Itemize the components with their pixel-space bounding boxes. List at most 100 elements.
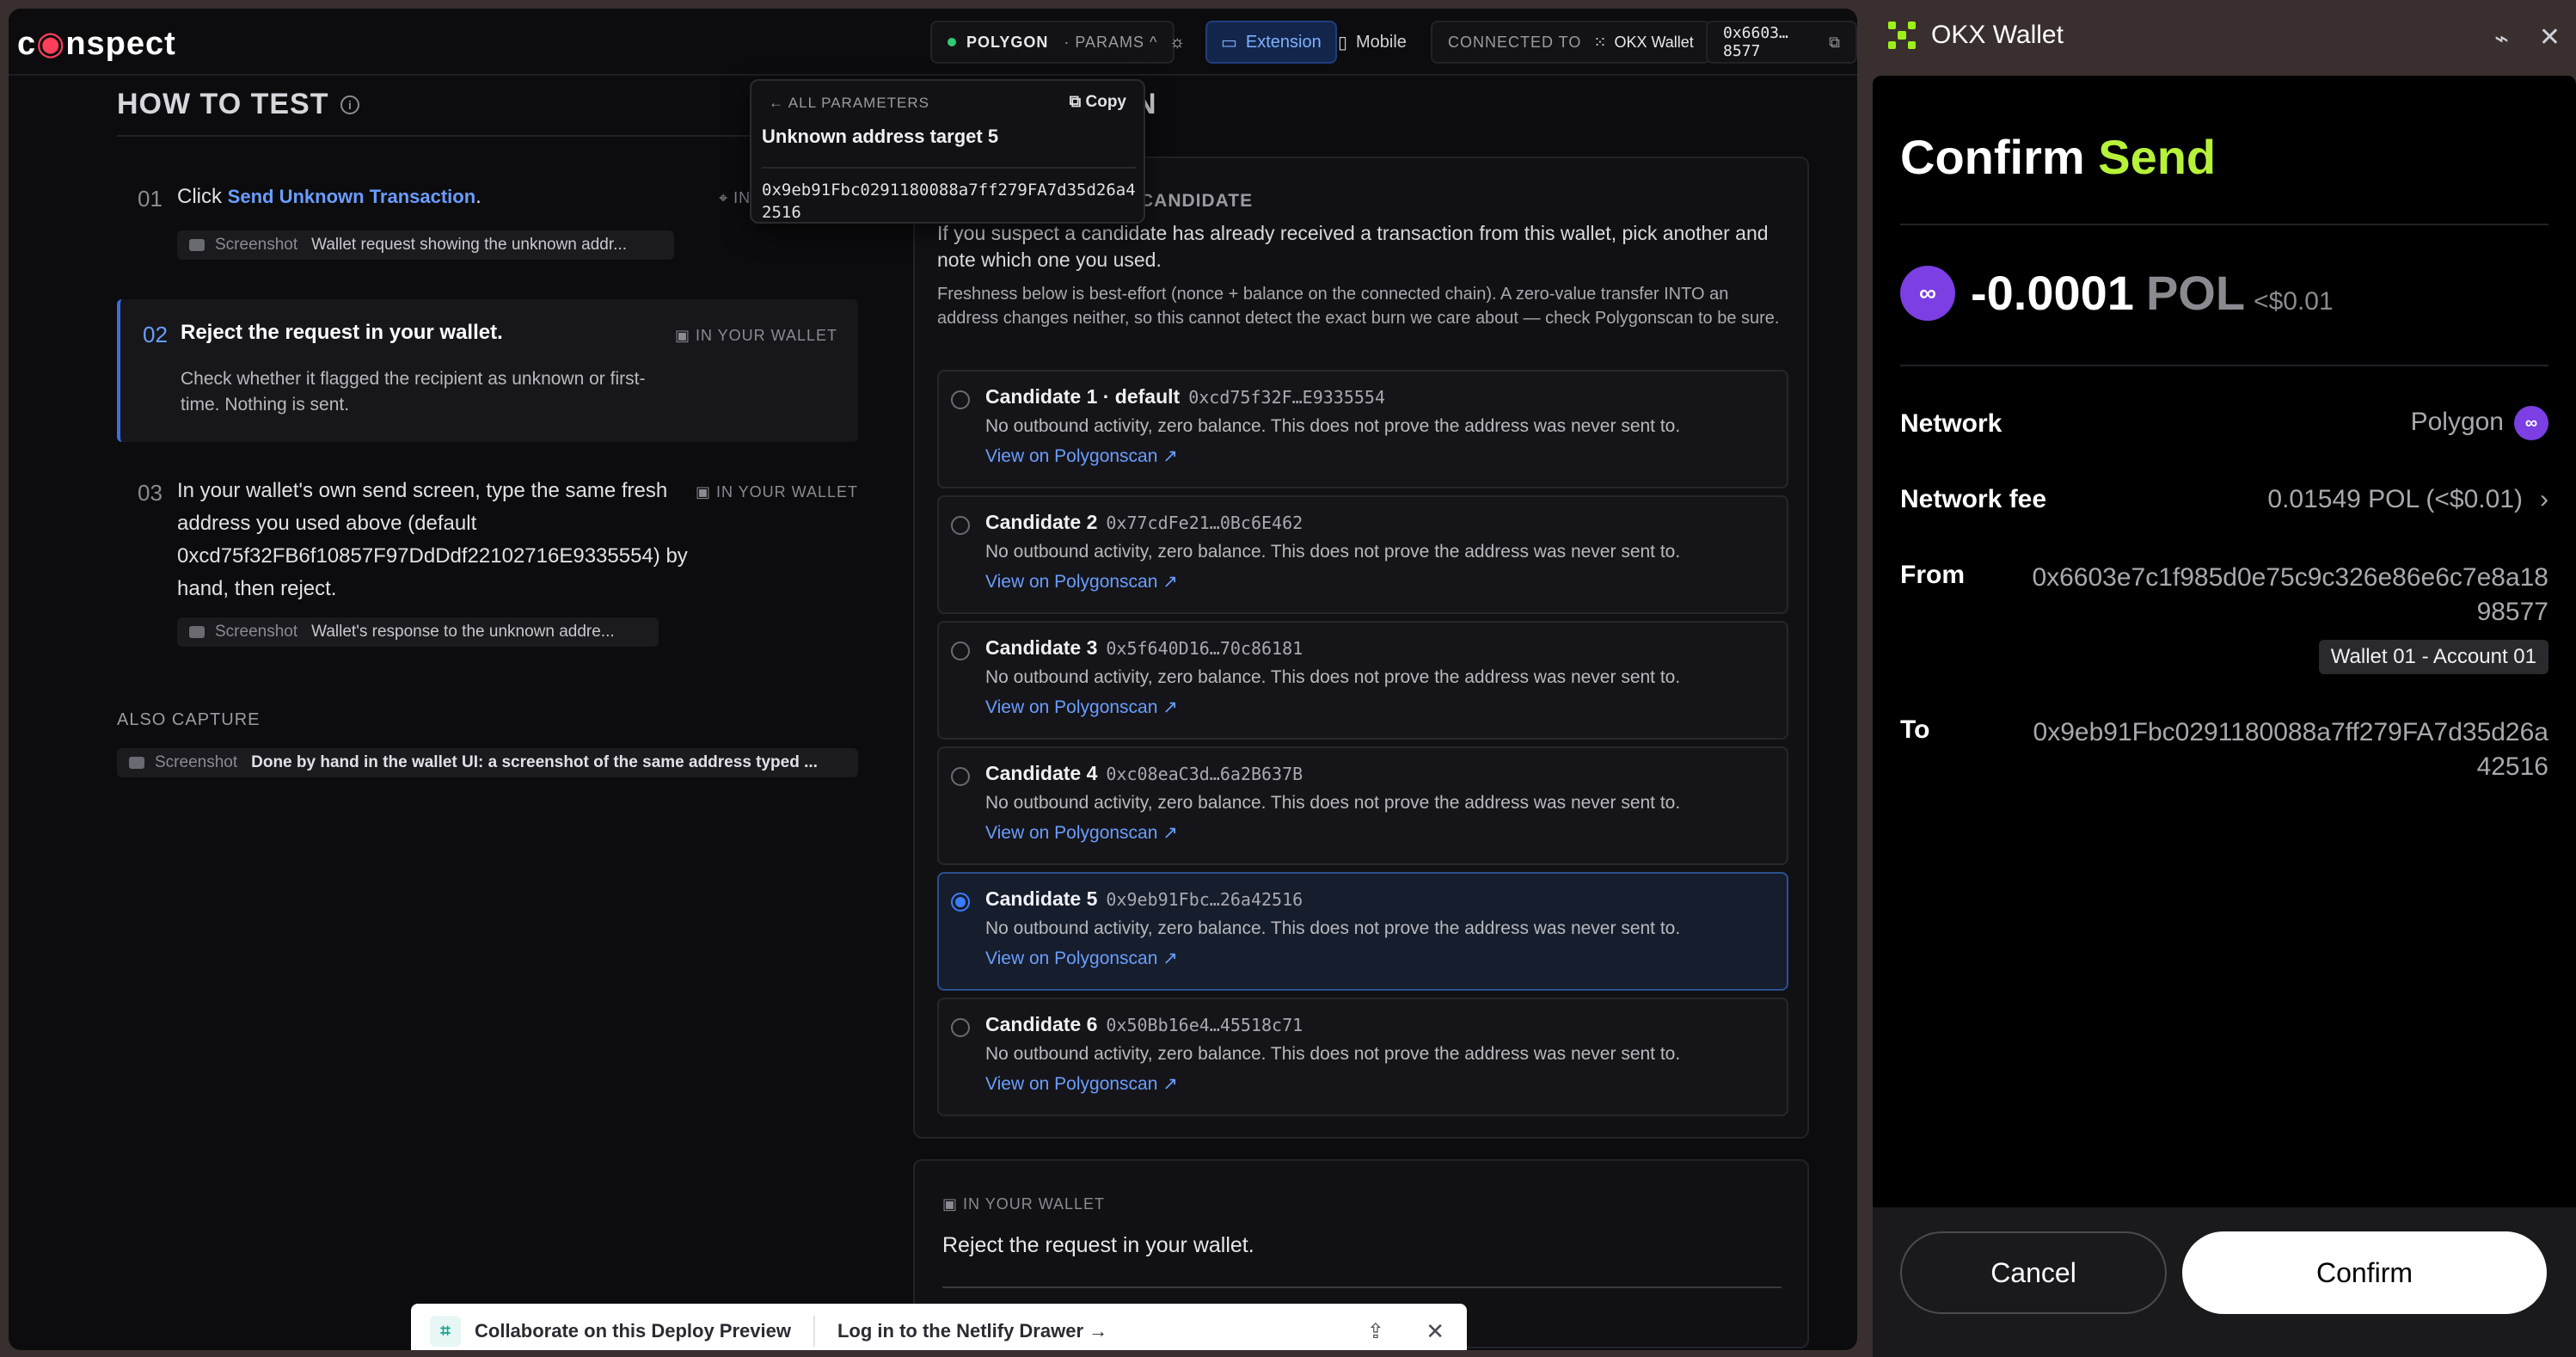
confirm-send-heading: Confirm Send: [1900, 130, 2217, 184]
radio-button[interactable]: [951, 390, 970, 409]
copy-icon: ⧉: [1069, 93, 1086, 111]
polygon-icon: ∞: [2514, 406, 2548, 440]
unpin-icon[interactable]: ⌁: [2494, 24, 2509, 52]
network-label: POLYGON: [966, 33, 1049, 51]
arrow-left-icon: ←: [769, 95, 788, 111]
step-1-text: Click Send Unknown Transaction.: [177, 185, 481, 208]
cancel-button[interactable]: Cancel: [1900, 1231, 2167, 1314]
divider: [1900, 224, 2548, 225]
divider: [117, 135, 856, 137]
candidate-option[interactable]: Candidate 3 0x5f640D16…70c86181 No outbou…: [937, 621, 1788, 740]
polygonscan-link[interactable]: View on Polygonscan ↗: [985, 822, 1178, 844]
popup-address[interactable]: 0x9eb91Fbc0291180088a7ff279FA7d35d26a425…: [762, 167, 1137, 224]
polygonscan-link[interactable]: View on Polygonscan ↗: [985, 697, 1178, 718]
extension-tab[interactable]: ▭ Extension: [1205, 21, 1337, 64]
step-tag: ▣ IN YOUR WALLET: [695, 483, 858, 500]
step-tag: ▣ IN YOUR WALLET: [674, 327, 837, 344]
candidate-heading: CANDIDATE: [1140, 191, 1254, 211]
step-2-desc: Check whether it flagged the recipient a…: [181, 369, 646, 414]
app-window: c◉nspect POLYGON · PARAMS ^ ☼ ▭ Extensio…: [9, 9, 1857, 1350]
send-unknown-transaction-link[interactable]: Send Unknown Transaction: [228, 186, 475, 207]
step-number: 01: [138, 186, 163, 212]
screenshot-chip[interactable]: Screenshot Wallet request showing the un…: [177, 230, 674, 260]
netlify-icon: ⌗: [430, 1316, 461, 1347]
how-to-test-section: HOW TO TEST i: [117, 88, 856, 137]
wallet-icon: ▣: [674, 327, 696, 344]
close-icon[interactable]: ✕: [2539, 22, 2561, 52]
account-badge: Wallet 01 - Account 01: [2318, 640, 2548, 674]
copy-icon[interactable]: ⧉: [1829, 34, 1840, 52]
wallet-icon: ⌖: [719, 189, 734, 206]
theme-toggle-button[interactable]: ☼: [1156, 21, 1207, 64]
network-fee-row[interactable]: Network fee 0.01549 POL (<$0.01) ›: [1900, 485, 2548, 528]
coinspect-logo[interactable]: c◉nspect: [17, 24, 176, 63]
confirm-button[interactable]: Confirm: [2182, 1231, 2547, 1314]
step-number: 03: [138, 480, 163, 506]
netlify-login-link[interactable]: Log in to the Netlify Drawer →: [837, 1320, 1107, 1342]
polygonscan-link[interactable]: View on Polygonscan ↗: [985, 571, 1178, 593]
polygonscan-link[interactable]: View on Polygonscan ↗: [985, 1073, 1178, 1095]
screenshot-chip[interactable]: Screenshot Wallet's response to the unkn…: [177, 617, 659, 647]
camera-icon: [189, 626, 205, 638]
info-icon[interactable]: i: [340, 95, 360, 114]
divider: [813, 1316, 815, 1347]
okx-wallet-panel: OKX Wallet ⌁ ✕ Confirm Send ∞ -0.0001 PO…: [1873, 0, 2576, 1357]
step-3-text: In your wallet's own send screen, type t…: [177, 479, 688, 600]
account-pill[interactable]: 0x6603…8577 ⧉: [1706, 21, 1857, 64]
also-capture-screenshot-chip[interactable]: Screenshot Done by hand in the wallet UI…: [117, 748, 858, 777]
okx-header: OKX Wallet: [1888, 21, 2064, 50]
network-value: Polygon: [2410, 407, 2504, 436]
netlify-drawer-bar: ⌗ Collaborate on this Deploy Preview Log…: [411, 1304, 1467, 1350]
connected-prefix: CONNECTED TO: [1448, 33, 1582, 51]
radio-button[interactable]: [951, 893, 970, 912]
step-tag: ⌖ IN: [719, 189, 751, 206]
popup-title: Unknown address target 5: [762, 126, 999, 147]
radio-button[interactable]: [951, 516, 970, 535]
wallet-icon: ▣: [695, 483, 716, 500]
copy-button[interactable]: ⧉ Copy: [1070, 93, 1126, 112]
radio-button[interactable]: [951, 642, 970, 660]
divider: [942, 1286, 1782, 1288]
candidate-option-selected[interactable]: Candidate 5 0x9eb91Fbc…26a42516 No outbou…: [937, 872, 1788, 991]
polygonscan-link[interactable]: View on Polygonscan ↗: [985, 445, 1178, 467]
params-toggle[interactable]: · PARAMS ^: [1064, 34, 1157, 52]
amount-symbol: POL: [2145, 266, 2246, 320]
network-pill[interactable]: POLYGON · PARAMS ^: [930, 21, 1175, 64]
candidate-option[interactable]: Candidate 6 0x50Bb16e4…45518c71 No outbou…: [937, 998, 1788, 1116]
sun-icon: ☼: [1169, 32, 1186, 52]
candidate-option[interactable]: Candidate 4 0xc08eaC3d…6a2B637B No outbou…: [937, 746, 1788, 865]
amount-value: -0.0001: [1971, 266, 2134, 320]
phone-icon: ▯: [1338, 33, 1348, 52]
from-address: 0x6603e7c1f985d0e75c9c326e86e6c7e8a18985…: [2032, 563, 2548, 626]
radio-button[interactable]: [951, 1018, 970, 1037]
step-2-title: Reject the request in your wallet.: [181, 321, 503, 344]
step-tag: ▣ IN YOUR WALLET: [942, 1195, 1106, 1213]
to-address: 0x9eb91Fbc0291180088a7ff279FA7d35d26a425…: [2033, 718, 2548, 781]
close-icon[interactable]: ✕: [1426, 1318, 1444, 1345]
candidate-option[interactable]: Candidate 1 · default 0xcd75f32F…E9335554…: [937, 370, 1788, 488]
status-dot-icon: [948, 38, 956, 46]
freshness-note: Freshness below is best-effort (nonce + …: [937, 285, 1780, 328]
parameters-popup: ← ALL PARAMETERS ⧉ Copy Unknown address …: [750, 79, 1145, 224]
okx-mini-icon: ⁙: [1593, 33, 1608, 51]
radio-button[interactable]: [951, 767, 970, 786]
step-2[interactable]: 02 Reject the request in your wallet. ▣ …: [117, 299, 858, 442]
step-1: 01 Click Send Unknown Transaction. ⌖ IN …: [117, 181, 858, 275]
mobile-tab[interactable]: ▯ Mobile: [1324, 21, 1420, 64]
okx-footer: Cancel Confirm: [1873, 1207, 2576, 1357]
camera-icon: [189, 239, 205, 251]
in-wallet-text: Reject the request in your wallet.: [942, 1233, 1254, 1257]
okx-logo-icon: [1888, 21, 1916, 49]
network-fee-value: 0.01549 POL (<$0.01): [2267, 485, 2523, 513]
candidate-option[interactable]: Candidate 2 0x77cdFe21…0Bc6E462 No outbou…: [937, 495, 1788, 614]
polygonscan-link[interactable]: View on Polygonscan ↗: [985, 948, 1178, 969]
all-parameters-back-button[interactable]: ← ALL PARAMETERS: [769, 95, 929, 112]
wallet-icon: ▣: [942, 1195, 964, 1213]
step-3: 03 In your wallet's own send screen, typ…: [117, 475, 858, 655]
from-row: From 0x6603e7c1f985d0e75c9c326e86e6c7e8a…: [1900, 561, 2548, 681]
chevron-right-icon[interactable]: ›: [2540, 485, 2548, 513]
monitor-icon: ▭: [1221, 33, 1237, 52]
connected-wallet-pill[interactable]: CONNECTED TO ⁙ OKX Wallet: [1431, 21, 1711, 64]
account-address: 0x6603…8577: [1723, 24, 1788, 60]
share-icon[interactable]: ⇪: [1367, 1319, 1384, 1344]
